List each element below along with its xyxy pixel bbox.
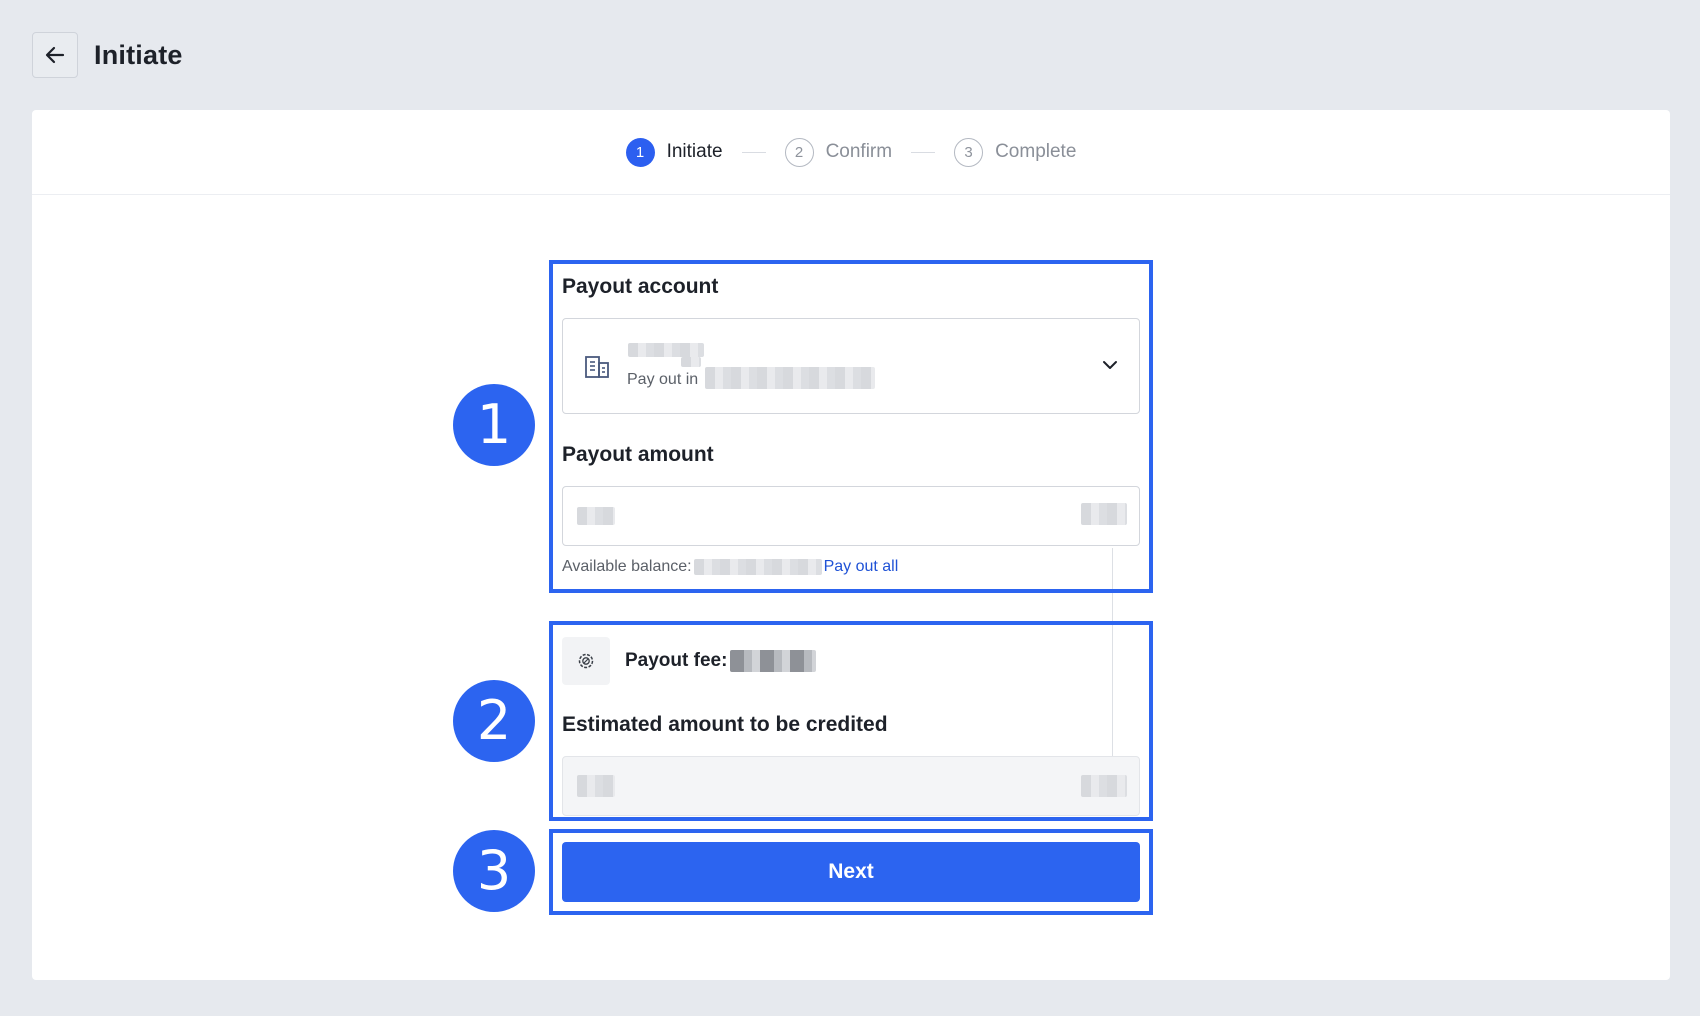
redacted-account-name [681, 357, 701, 367]
step-confirm: 2 Confirm [784, 137, 893, 167]
page-title: Initiate [94, 39, 183, 70]
annotation-badge-3: 3 [453, 830, 535, 912]
step-label: Complete [995, 141, 1077, 162]
arrow-left-icon [45, 46, 65, 64]
redacted-account-name [628, 343, 704, 357]
step-label: Initiate [666, 141, 723, 162]
settings-badge-icon [562, 637, 610, 685]
chevron-down-icon [1103, 361, 1117, 369]
next-button[interactable]: Next [562, 842, 1140, 902]
payout-account-label: Payout account [562, 275, 719, 298]
step-number: 1 [625, 137, 655, 167]
redacted-currency-code [1081, 503, 1127, 525]
redacted-fee [730, 650, 816, 672]
account-subtext: Pay out in [627, 371, 699, 388]
redacted-credited-currency [1081, 775, 1127, 797]
annotation-badge-1: 1 [453, 384, 535, 466]
estimated-amount-field [562, 756, 1140, 816]
step-label: Confirm [825, 141, 893, 162]
bank-building-icon [580, 349, 614, 383]
payout-amount-label: Payout amount [562, 443, 714, 466]
step-number: 2 [784, 137, 814, 167]
top-bar: Initiate [32, 32, 183, 78]
annotation-badge-2: 2 [453, 680, 535, 762]
step-number: 3 [954, 137, 984, 167]
payout-fee-label: Payout fee: [625, 650, 728, 671]
redacted-credited-amount [577, 775, 615, 797]
estimated-amount-label: Estimated amount to be credited [562, 713, 888, 736]
divider-line [1112, 548, 1113, 756]
step-divider [911, 151, 936, 153]
available-balance-label: Available balance: [562, 558, 692, 575]
step-divider [741, 151, 766, 153]
steps-progress: 1 Initiate 2 Confirm 3 Complete [32, 110, 1670, 195]
step-initiate: 1 Initiate [625, 137, 723, 167]
available-balance-row: Available balance: Pay out all [562, 558, 898, 576]
payout-amount-input[interactable] [562, 486, 1140, 546]
redacted-balance [693, 559, 822, 575]
back-button[interactable] [32, 32, 78, 78]
redacted-amount [577, 507, 615, 525]
pay-out-all-link[interactable]: Pay out all [824, 558, 899, 576]
redacted-currency [705, 367, 875, 389]
step-complete: 3 Complete [954, 137, 1077, 167]
payout-account-select[interactable]: Pay out in [562, 318, 1140, 414]
